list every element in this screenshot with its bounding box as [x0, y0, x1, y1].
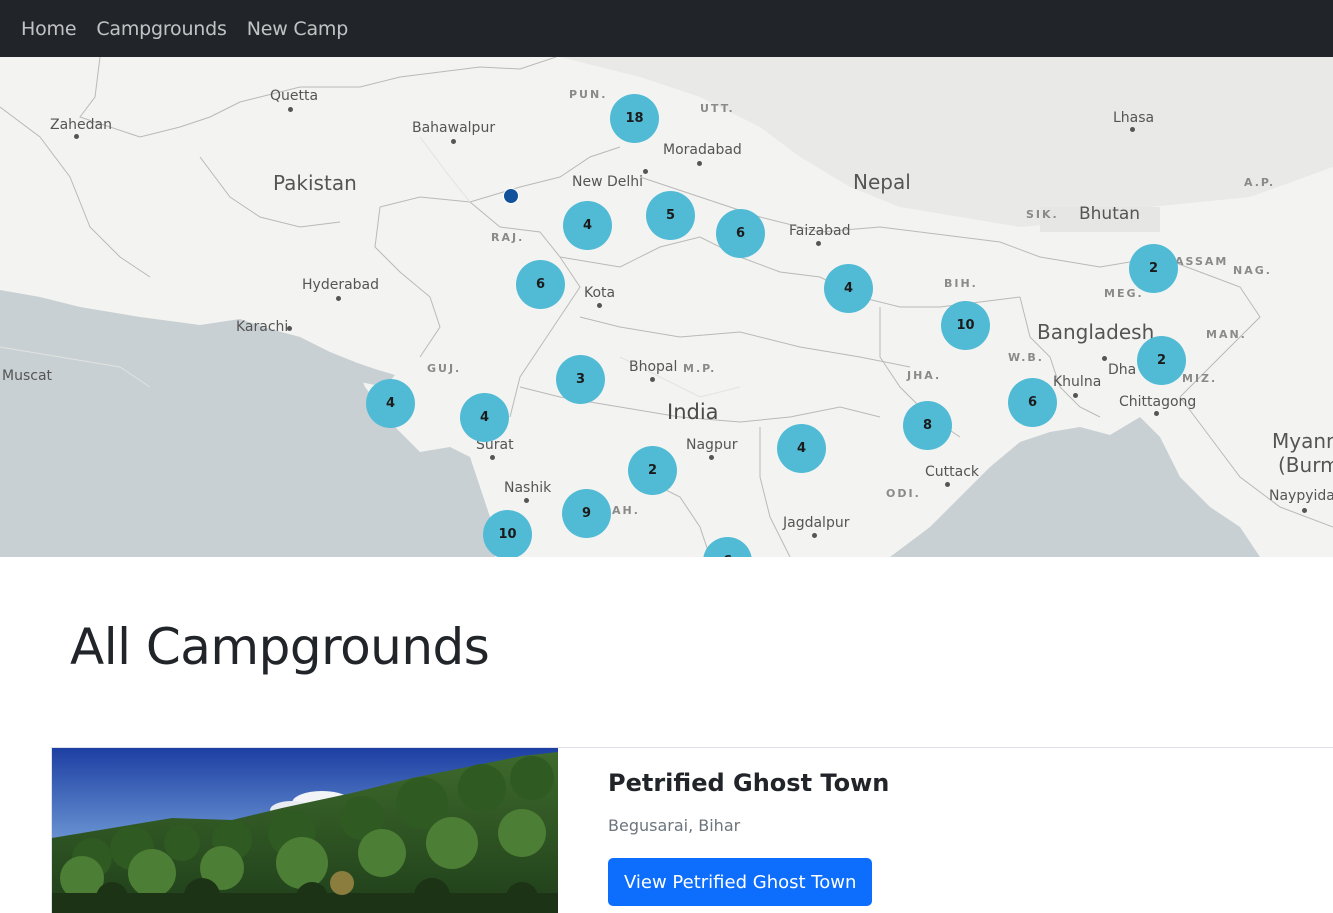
nav-campgrounds-link[interactable]: Campgrounds — [96, 18, 227, 40]
map-label-dhaka: Dha — [1108, 362, 1137, 378]
city-dot — [1102, 356, 1107, 361]
map-point[interactable] — [503, 188, 519, 204]
map-label-bhutan: Bhutan — [1079, 204, 1141, 224]
city-dot — [816, 241, 821, 246]
city-dot — [1302, 508, 1307, 513]
map-cluster[interactable]: 18 — [610, 94, 659, 143]
map-cluster[interactable]: 2 — [1129, 244, 1178, 293]
city-dot — [490, 455, 495, 460]
city-dot — [812, 533, 817, 538]
map-label-nagpur: Nagpur — [686, 437, 738, 453]
city-dot — [597, 303, 602, 308]
campground-image — [52, 748, 558, 913]
map-label-meg: MEG. — [1104, 287, 1144, 300]
map-cluster[interactable]: 4 — [563, 201, 612, 250]
map-label-myanmar-burma: (Burm — [1278, 453, 1333, 477]
city-dot — [451, 139, 456, 144]
city-dot — [697, 161, 702, 166]
map-label-nepal: Nepal — [853, 170, 911, 194]
map-cluster[interactable]: 5 — [646, 191, 695, 240]
map-label-jagdalpur: Jagdalpur — [783, 515, 850, 531]
map-cluster[interactable]: 10 — [941, 301, 990, 350]
map-cluster[interactable]: 4 — [460, 393, 509, 442]
map-label-karachi: Karachi — [236, 319, 289, 335]
map-cluster[interactable]: 10 — [483, 510, 532, 557]
map-label-utt: UTT. — [700, 102, 735, 115]
campground-card: Petrified Ghost Town Begusarai, Bihar Vi… — [51, 747, 1333, 913]
map-label-bangladesh: Bangladesh — [1037, 320, 1155, 344]
map-cluster[interactable]: 4 — [777, 424, 826, 473]
map-label-mah: AH. — [612, 504, 640, 517]
map-label-ap: A.P. — [1244, 176, 1276, 189]
map-label-miz: MIZ. — [1182, 372, 1218, 385]
campground-title: Petrified Ghost Town — [608, 769, 890, 797]
city-dot — [1154, 411, 1159, 416]
map-label-pun: PUN. — [569, 88, 608, 101]
map-cluster[interactable]: 9 — [562, 489, 611, 538]
map-label-faizabad: Faizabad — [789, 223, 851, 239]
map-label-india: India — [667, 400, 719, 424]
map-cluster[interactable]: 6 — [1008, 378, 1057, 427]
map-label-jha: JHA. — [907, 369, 942, 382]
map-label-cuttack: Cuttack — [925, 464, 980, 480]
map-label-naypyidaw: Naypyidaw — [1269, 488, 1333, 504]
map-label-wb: W.B. — [1008, 351, 1044, 364]
map-cluster[interactable]: 3 — [556, 355, 605, 404]
map-cluster[interactable]: 8 — [903, 401, 952, 450]
page-title: All Campgrounds — [70, 618, 490, 676]
map-label-myanmar: Myann — [1272, 429, 1333, 453]
city-dot — [650, 377, 655, 382]
map-cluster[interactable]: 4 — [366, 379, 415, 428]
map-cluster[interactable]: 2 — [628, 446, 677, 495]
map-label-nashik: Nashik — [504, 480, 552, 496]
city-dot — [287, 326, 292, 331]
city-dot — [1073, 393, 1078, 398]
map-label-bahawalpur: Bahawalpur — [412, 120, 496, 136]
map-label-bhopal: Bhopal — [629, 359, 678, 375]
map-label-guj: GUJ. — [427, 362, 462, 375]
map-label-kota: Kota — [584, 285, 616, 301]
map-label-moradabad: Moradabad — [663, 142, 742, 158]
map-cluster[interactable]: 6 — [716, 209, 765, 258]
city-dot — [336, 296, 341, 301]
city-dot — [74, 134, 79, 139]
map-cluster[interactable]: 4 — [824, 264, 873, 313]
city-dot — [643, 169, 648, 174]
map-label-muscat: Muscat — [2, 368, 53, 384]
city-dot — [288, 107, 293, 112]
map-label-assam: ASSAM — [1175, 255, 1229, 268]
map-label-odi: ODI. — [886, 487, 921, 500]
map-label-quetta: Quetta — [270, 88, 319, 104]
map-label-man: MAN. — [1206, 328, 1247, 341]
map-label-bih: BIH. — [944, 277, 978, 290]
map-label-new-delhi: New Delhi — [572, 174, 644, 190]
nav-new-camp-link[interactable]: New Camp — [247, 18, 349, 40]
city-dot — [524, 498, 529, 503]
city-dot — [1130, 127, 1135, 132]
campground-location: Begusarai, Bihar — [608, 816, 741, 835]
map-cluster[interactable]: 6 — [516, 260, 565, 309]
map-label-zahedan: Zahedan — [50, 117, 112, 133]
map-label-pakistan: Pakistan — [273, 171, 357, 195]
map-label-khulna: Khulna — [1053, 374, 1102, 390]
nav-home-link[interactable]: Home — [21, 18, 77, 40]
city-dot — [709, 455, 714, 460]
map-label-nag: NAG. — [1233, 264, 1272, 277]
map-label-mp: M.P. — [683, 362, 717, 375]
map-label-sik: SIK. — [1026, 208, 1059, 221]
map-label-lhasa: Lhasa — [1113, 110, 1155, 126]
view-campground-button[interactable]: View Petrified Ghost Town — [608, 858, 873, 906]
navbar: Home Campgrounds New Camp — [0, 0, 1333, 57]
map-label-raj: RAJ. — [491, 231, 525, 244]
map-label-hyderabad: Hyderabad — [302, 277, 379, 293]
map-cluster[interactable]: 2 — [1137, 336, 1186, 385]
map-label-chittagong: Chittagong — [1119, 394, 1197, 410]
city-dot — [945, 482, 950, 487]
cluster-map[interactable]: Quetta Zahedan Bahawalpur Pakistan PUN. … — [0, 57, 1333, 557]
